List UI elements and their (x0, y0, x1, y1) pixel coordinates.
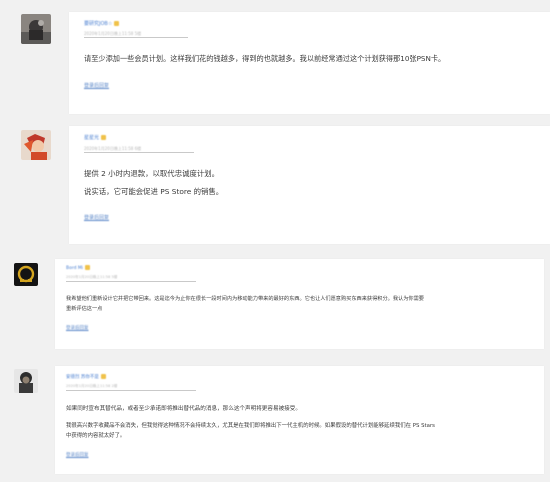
comment-text: 我很高兴数字收藏品不会消失，但我觉得这种情况不会持续太久，尤其是在我们即将推出下… (66, 423, 435, 429)
comment-card (55, 259, 544, 349)
comment-text: 请至少添加一些会员计划。这样我们花的钱越多，得到的也就越多。我以前经常通过这个计… (84, 54, 446, 63)
avatar[interactable] (21, 14, 51, 44)
avatar[interactable] (14, 369, 38, 393)
comment-text: 说实话，它可能会促进 PS Store 的销售。 (84, 187, 224, 196)
comment-text: 重新评估这一点 (66, 306, 103, 312)
comment-text: 提供 2 小时内退款，以取代忠诚度计划。 (84, 169, 220, 178)
comment-text: 如果同时宣布其替代品，或者至少承诺即将推出替代品的消息，那么这个声明将更容易被接… (66, 406, 301, 412)
comment-text: 我希望他们重新设计它并把它带回来。这是迄今为止你在很长一段时间内为移动能力带来的… (66, 296, 424, 302)
divider (66, 390, 196, 391)
reply-link[interactable]: 登录后回复 (66, 325, 89, 331)
comment-timestamp: 2020年1月20日晚上11:58 5楼 (66, 275, 118, 279)
divider (66, 281, 196, 282)
avatar[interactable] (21, 130, 51, 160)
comment-author[interactable]: 星星光 (84, 134, 107, 141)
comment-author[interactable]: Bord Mi (66, 265, 91, 271)
comment-author[interactable]: 安德烈 苏你不是 (66, 374, 106, 380)
divider (84, 152, 194, 153)
reply-link[interactable]: 登录后回复 (66, 452, 89, 458)
comment-text: 中获得的内容就太好了。 (66, 433, 126, 439)
comment-card (69, 126, 550, 244)
avatar[interactable] (14, 263, 38, 286)
vip-badge-icon (85, 265, 91, 270)
reply-link[interactable]: 登录后回复 (84, 82, 109, 89)
vip-badge-icon (114, 21, 120, 26)
comment-timestamp: 2020年1月20日晚上11:58 2楼 (66, 384, 118, 388)
comment-author[interactable]: 要研究JOB☆ (84, 20, 120, 27)
reply-link[interactable]: 登录后回复 (84, 214, 109, 221)
comment-card (55, 366, 544, 474)
divider (84, 37, 188, 38)
vip-badge-icon (101, 135, 107, 140)
vip-badge-icon (100, 374, 106, 379)
